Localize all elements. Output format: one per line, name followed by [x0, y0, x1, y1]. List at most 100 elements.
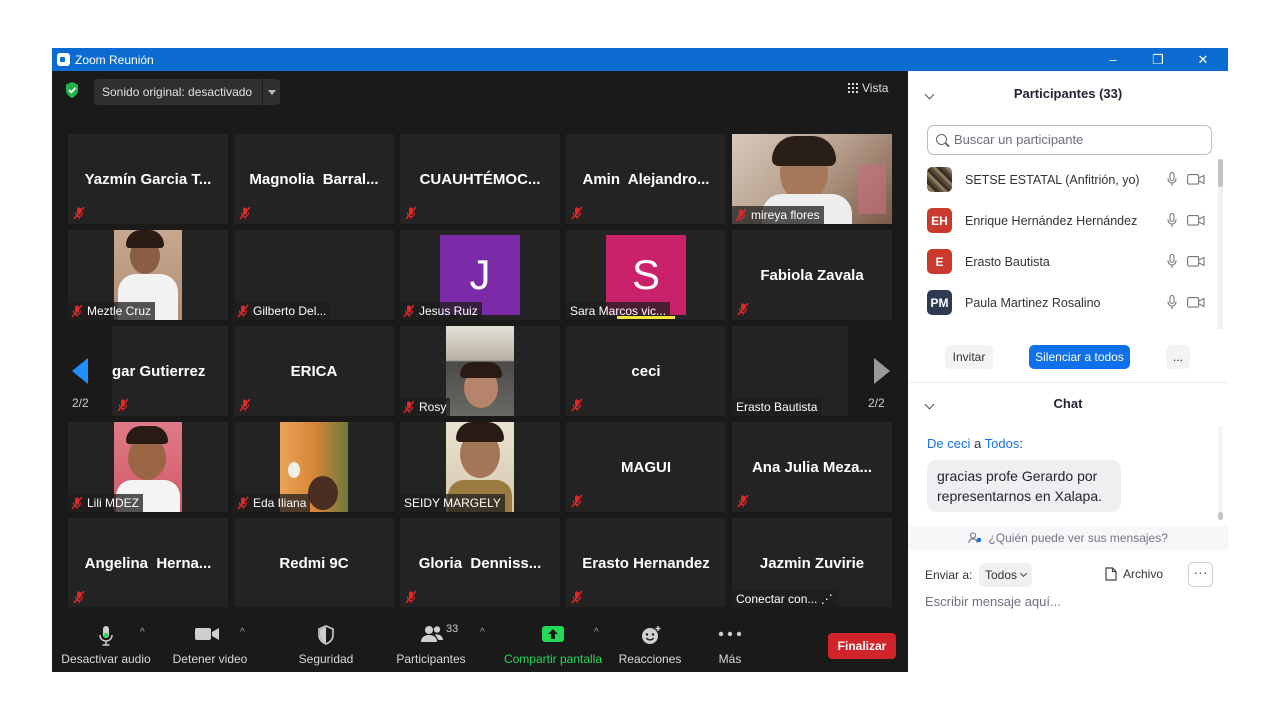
collapse-chevron-icon[interactable]	[924, 89, 935, 100]
security-button[interactable]: Seguridad	[284, 607, 368, 672]
participants-more-button[interactable]: ...	[1166, 345, 1190, 369]
video-options-caret[interactable]: ^	[240, 627, 245, 638]
zoom-logo-icon	[57, 53, 70, 66]
video-tile[interactable]: CUAUHTÉMOC...	[400, 134, 560, 224]
video-tile[interactable]: Meztle Cruz	[68, 230, 228, 320]
scrollbar-thumb[interactable]	[1218, 159, 1223, 187]
tile-name: Eda Iliana	[253, 496, 307, 510]
share-screen-button[interactable]: ^ Compartir pantalla	[500, 607, 606, 672]
video-tile[interactable]: MAGUI	[566, 422, 726, 512]
video-tile[interactable]: Erasto Bautista	[732, 326, 848, 416]
tile-status: Conectar con... ⋰	[736, 592, 833, 606]
video-tile[interactable]: Ana Julia Meza...	[732, 422, 892, 512]
video-tile[interactable]: Lili MDEZ	[68, 422, 228, 512]
encryption-shield-icon[interactable]	[64, 81, 80, 99]
chat-message-input[interactable]: Escribir mensaje aquí...	[925, 594, 1061, 609]
security-label: Seguridad	[298, 652, 354, 666]
tile-label: Gilberto Del...	[234, 302, 331, 320]
video-tile[interactable]: Erasto Hernandez	[566, 518, 726, 608]
video-tile[interactable]: Rosy	[400, 326, 560, 416]
muted-mic-icon	[571, 206, 583, 220]
video-tile[interactable]: J Jesus Ruiz	[400, 230, 560, 320]
chat-message-meta: De ceci a Todos:	[927, 436, 1023, 451]
video-tile[interactable]: Amin Alejandro...	[566, 134, 726, 224]
video-tile[interactable]: gar Gutierrez	[112, 326, 228, 416]
next-page-arrow-icon[interactable]	[872, 356, 892, 386]
participants-button[interactable]: 33 ^ Participantes	[390, 607, 484, 672]
view-button[interactable]: Vista	[848, 81, 888, 95]
who-can-see-link[interactable]: ¿Quién puede ver sus mensajes?	[908, 526, 1228, 550]
video-tile[interactable]: ERICA	[234, 326, 394, 416]
video-camera-icon[interactable]	[1187, 174, 1205, 185]
minimize-button[interactable]: –	[1090, 48, 1136, 71]
side-panel: Participantes (33) Buscar un participant…	[908, 71, 1228, 672]
more-button[interactable]: Más	[698, 607, 762, 672]
chat-recipient[interactable]: Todos	[985, 436, 1020, 451]
scrollbar-thumb[interactable]	[1218, 512, 1223, 520]
collapse-chevron-icon[interactable]	[924, 399, 935, 410]
chat-sender[interactable]: ceci	[947, 436, 970, 451]
grid-view-icon	[848, 83, 858, 93]
video-tile[interactable]: Eda Iliana	[234, 422, 394, 512]
meeting-toolbar: ^ Desactivar audio ^ Detener video Segur…	[52, 607, 908, 672]
reactions-emoji-icon	[642, 626, 661, 644]
connecting-label: Conectar con... ⋰	[732, 590, 837, 608]
participant-name: Enrique Hernández Hernández	[965, 214, 1138, 228]
video-tile[interactable]: Yazmín Garcia T...	[68, 134, 228, 224]
mute-audio-label: Desactivar audio	[61, 652, 151, 666]
recipient-value: Todos	[985, 568, 1018, 582]
muted-mic-icon	[737, 494, 749, 508]
microphone-icon[interactable]	[1167, 213, 1177, 228]
video-camera-icon[interactable]	[1187, 297, 1205, 308]
video-tile[interactable]: mireya flores	[732, 134, 892, 224]
audio-options-caret[interactable]: ^	[140, 627, 145, 638]
page-indicator-left: 2/2	[72, 396, 89, 410]
mute-all-button[interactable]: Silenciar a todos	[1029, 345, 1130, 369]
mute-audio-button[interactable]: ^ Desactivar audio	[60, 607, 152, 672]
tile-label: Lili MDEZ	[68, 494, 144, 512]
share-options-caret[interactable]: ^	[594, 627, 599, 638]
chat-scrollbar[interactable]	[1218, 426, 1223, 520]
recipient-select[interactable]: Todos	[979, 563, 1033, 587]
close-button[interactable]: ✕	[1180, 48, 1226, 71]
video-tile[interactable]: SEIDY MARGELY	[400, 422, 560, 512]
video-camera-icon[interactable]	[1187, 256, 1205, 267]
chat-more-button[interactable]: ···	[1188, 562, 1213, 587]
microphone-icon[interactable]	[1167, 172, 1177, 187]
participant-row[interactable]: E Erasto Bautista	[927, 246, 1212, 276]
video-tile[interactable]: Gloria Denniss...	[400, 518, 560, 608]
send-to-label: Enviar a:	[925, 568, 973, 582]
video-tile[interactable]: Gilberto Del...	[234, 230, 394, 320]
video-camera-icon[interactable]	[1187, 215, 1205, 226]
view-label: Vista	[862, 81, 889, 95]
stop-video-button[interactable]: ^ Detener video	[164, 607, 256, 672]
microphone-icon[interactable]	[1167, 295, 1177, 310]
video-tile[interactable]: ceci	[566, 326, 726, 416]
tile-label: Eda Iliana	[234, 494, 311, 512]
previous-page-arrow-icon[interactable]	[70, 356, 90, 386]
restore-button[interactable]: ❐	[1135, 48, 1181, 71]
original-sound-toggle[interactable]: Sonido original: desactivado	[94, 79, 281, 105]
tile-name: Magnolia Barral...	[249, 170, 379, 188]
reactions-button[interactable]: Reacciones	[612, 607, 688, 672]
chevron-down-icon[interactable]	[262, 79, 280, 105]
end-meeting-button[interactable]: Finalizar	[828, 633, 896, 659]
participants-options-caret[interactable]: ^	[480, 627, 485, 638]
muted-mic-icon	[405, 206, 417, 220]
video-tile[interactable]: Angelina Herna...	[68, 518, 228, 608]
video-tile[interactable]: Magnolia Barral...	[234, 134, 394, 224]
stop-video-label: Detener video	[172, 652, 248, 666]
participant-row[interactable]: SETSE ESTATAL (Anfitrión, yo)	[927, 164, 1212, 194]
participant-row[interactable]: PM Paula Martinez Rosalino	[927, 287, 1212, 317]
participant-search-input[interactable]: Buscar un participante	[927, 125, 1212, 155]
file-button[interactable]: Archivo	[1105, 567, 1163, 581]
security-shield-icon	[318, 625, 334, 645]
video-tile[interactable]: S Sara Marcos vic...	[566, 230, 726, 320]
video-tile[interactable]: Redmi 9C	[234, 518, 394, 608]
microphone-icon[interactable]	[1167, 254, 1177, 269]
participant-row[interactable]: EH Enrique Hernández Hernández	[927, 205, 1212, 235]
video-tile[interactable]: Jazmin Zuvirie Conectar con... ⋰	[732, 518, 892, 608]
video-tile[interactable]: Fabiola Zavala	[732, 230, 892, 320]
invite-button[interactable]: Invitar	[945, 345, 993, 369]
participants-scrollbar[interactable]	[1218, 159, 1223, 329]
